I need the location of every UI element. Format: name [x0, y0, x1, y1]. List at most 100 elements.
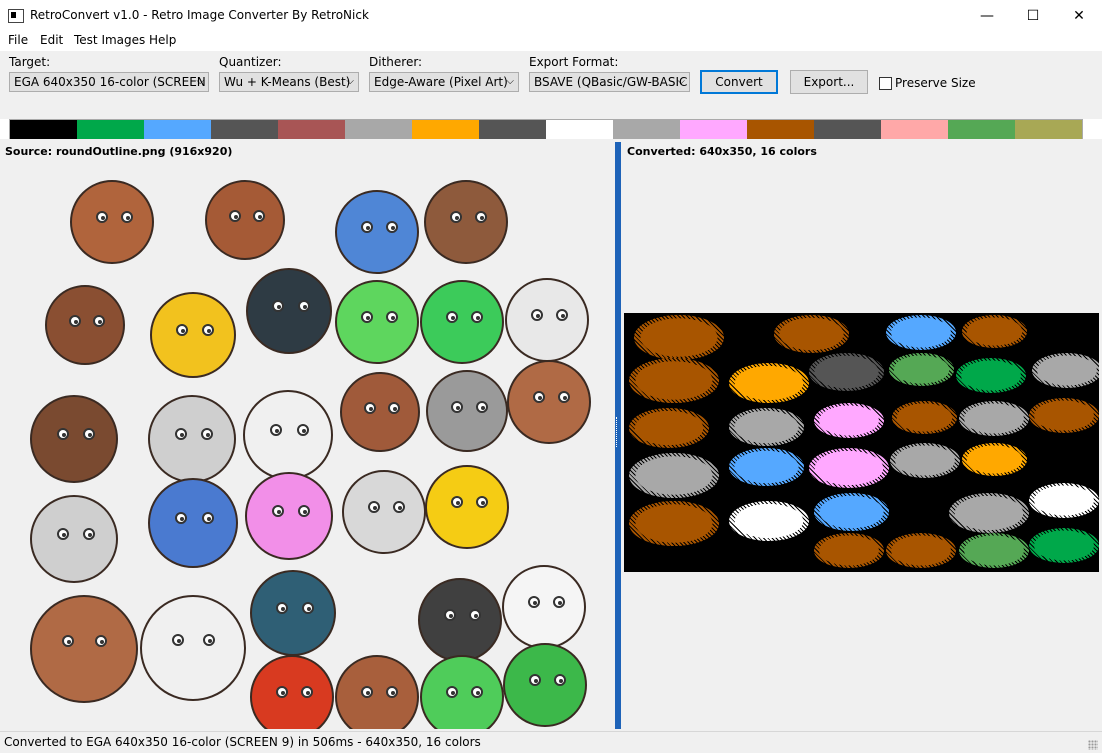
animal-face: [245, 472, 333, 560]
palette-bar: [9, 119, 1083, 140]
palette-swatch: [747, 120, 814, 139]
animal-face: [250, 570, 336, 656]
converted-face: [892, 401, 957, 434]
menu-help[interactable]: Help: [149, 33, 176, 47]
palette-swatch: [881, 120, 948, 139]
animal-face: [507, 360, 591, 444]
animal-face: [246, 268, 332, 354]
animal-face: [205, 180, 285, 260]
palette-swatch: [278, 120, 345, 139]
chevron-down-icon: ⌵: [346, 76, 354, 87]
palette-swatch: [77, 120, 144, 139]
export-button[interactable]: Export...: [790, 70, 868, 94]
chevron-down-icon: ⌵: [196, 76, 204, 87]
converted-face: [729, 408, 804, 446]
converted-face: [962, 443, 1027, 476]
animal-face: [335, 655, 419, 729]
ditherer-select[interactable]: Edge-Aware (Pixel Art) ⌵: [369, 72, 519, 92]
animal-face: [426, 370, 508, 452]
quantizer-label: Quantizer:: [219, 55, 282, 69]
animal-face: [502, 565, 586, 649]
animal-face: [340, 372, 420, 452]
export-format-select[interactable]: BSAVE (QBasic/GW-BASIC ⌵: [529, 72, 690, 92]
converted-face: [886, 533, 956, 568]
converted-face: [962, 315, 1027, 348]
converted-face: [729, 363, 809, 403]
export-format-label: Export Format:: [529, 55, 619, 69]
converted-face: [629, 501, 719, 546]
source-label: Source: roundOutline.png (916x920): [5, 145, 233, 158]
quantizer-select[interactable]: Wu + K-Means (Best) ⌵: [219, 72, 359, 92]
converted-face: [814, 533, 884, 568]
palette-swatch: [546, 120, 613, 139]
animal-face: [140, 595, 246, 701]
converted-face: [956, 358, 1026, 393]
resize-grip[interactable]: [1088, 740, 1098, 750]
status-text: Converted to EGA 640x350 16-color (SCREE…: [4, 735, 481, 749]
animal-face: [425, 465, 509, 549]
menu-edit[interactable]: Edit: [40, 33, 63, 47]
window-title: RetroConvert v1.0 - Retro Image Converte…: [30, 8, 369, 22]
close-button[interactable]: ✕: [1056, 0, 1102, 31]
menu-file[interactable]: File: [8, 33, 28, 47]
converted-face: [809, 353, 884, 391]
animal-face: [45, 285, 125, 365]
palette-swatch: [613, 120, 680, 139]
target-select[interactable]: EGA 640x350 16-color (SCREEN 9) ⌵: [9, 72, 209, 92]
animal-face: [70, 180, 154, 264]
convert-button[interactable]: Convert: [700, 70, 778, 94]
target-label: Target:: [9, 55, 51, 69]
splitter-handle[interactable]: [615, 142, 621, 729]
converted-face: [949, 493, 1029, 533]
menu-bar: File Edit Test Images Help: [0, 31, 1102, 51]
ditherer-label: Ditherer:: [369, 55, 423, 69]
animal-face: [150, 292, 236, 378]
converted-face: [634, 315, 724, 360]
export-format-value: BSAVE (QBasic/GW-BASIC: [534, 75, 688, 89]
animal-face: [250, 655, 334, 729]
status-bar: Converted to EGA 640x350 16-color (SCREE…: [0, 731, 1102, 753]
animal-face: [503, 643, 587, 727]
toolbar: Target: EGA 640x350 16-color (SCREEN 9) …: [0, 51, 1102, 119]
converted-face: [814, 493, 889, 531]
converted-face: [890, 443, 960, 478]
converted-face: [1029, 398, 1099, 433]
preserve-size-label: Preserve Size: [895, 76, 976, 90]
chevron-down-icon: ⌵: [677, 76, 685, 87]
converted-face: [629, 408, 709, 448]
palette-swatch: [10, 120, 77, 139]
converted-face: [809, 448, 889, 488]
converted-face: [729, 501, 809, 541]
animal-face: [30, 595, 138, 703]
animal-face: [148, 478, 238, 568]
animal-face: [420, 655, 504, 729]
converted-face: [1032, 353, 1099, 388]
maximize-button[interactable]: ☐: [1010, 0, 1056, 31]
source-panel: Source: roundOutline.png (916x920): [0, 142, 614, 729]
converted-face: [629, 358, 719, 403]
animal-face: [30, 395, 118, 483]
animal-face: [505, 278, 589, 362]
minimize-button[interactable]: —: [964, 0, 1010, 31]
converted-face: [889, 353, 954, 386]
preserve-size-checkbox[interactable]: [879, 77, 892, 90]
animal-face: [335, 280, 419, 364]
palette-swatch: [948, 120, 1015, 139]
converted-face: [774, 315, 849, 353]
palette-swatch: [1015, 120, 1082, 139]
converted-face: [959, 401, 1029, 436]
converted-image: [624, 313, 1099, 572]
menu-test-images[interactable]: Test Images: [74, 33, 145, 47]
converted-face: [814, 403, 884, 438]
palette-swatch: [814, 120, 881, 139]
animal-face: [243, 390, 333, 480]
palette-swatch: [412, 120, 479, 139]
converted-label: Converted: 640x350, 16 colors: [627, 145, 817, 158]
ditherer-value: Edge-Aware (Pixel Art): [374, 75, 508, 89]
palette-swatch: [144, 120, 211, 139]
palette-swatch: [345, 120, 412, 139]
chevron-down-icon: ⌵: [506, 76, 514, 87]
target-value: EGA 640x350 16-color (SCREEN 9): [14, 75, 209, 89]
animal-face: [418, 578, 502, 662]
app-icon: [8, 9, 24, 23]
